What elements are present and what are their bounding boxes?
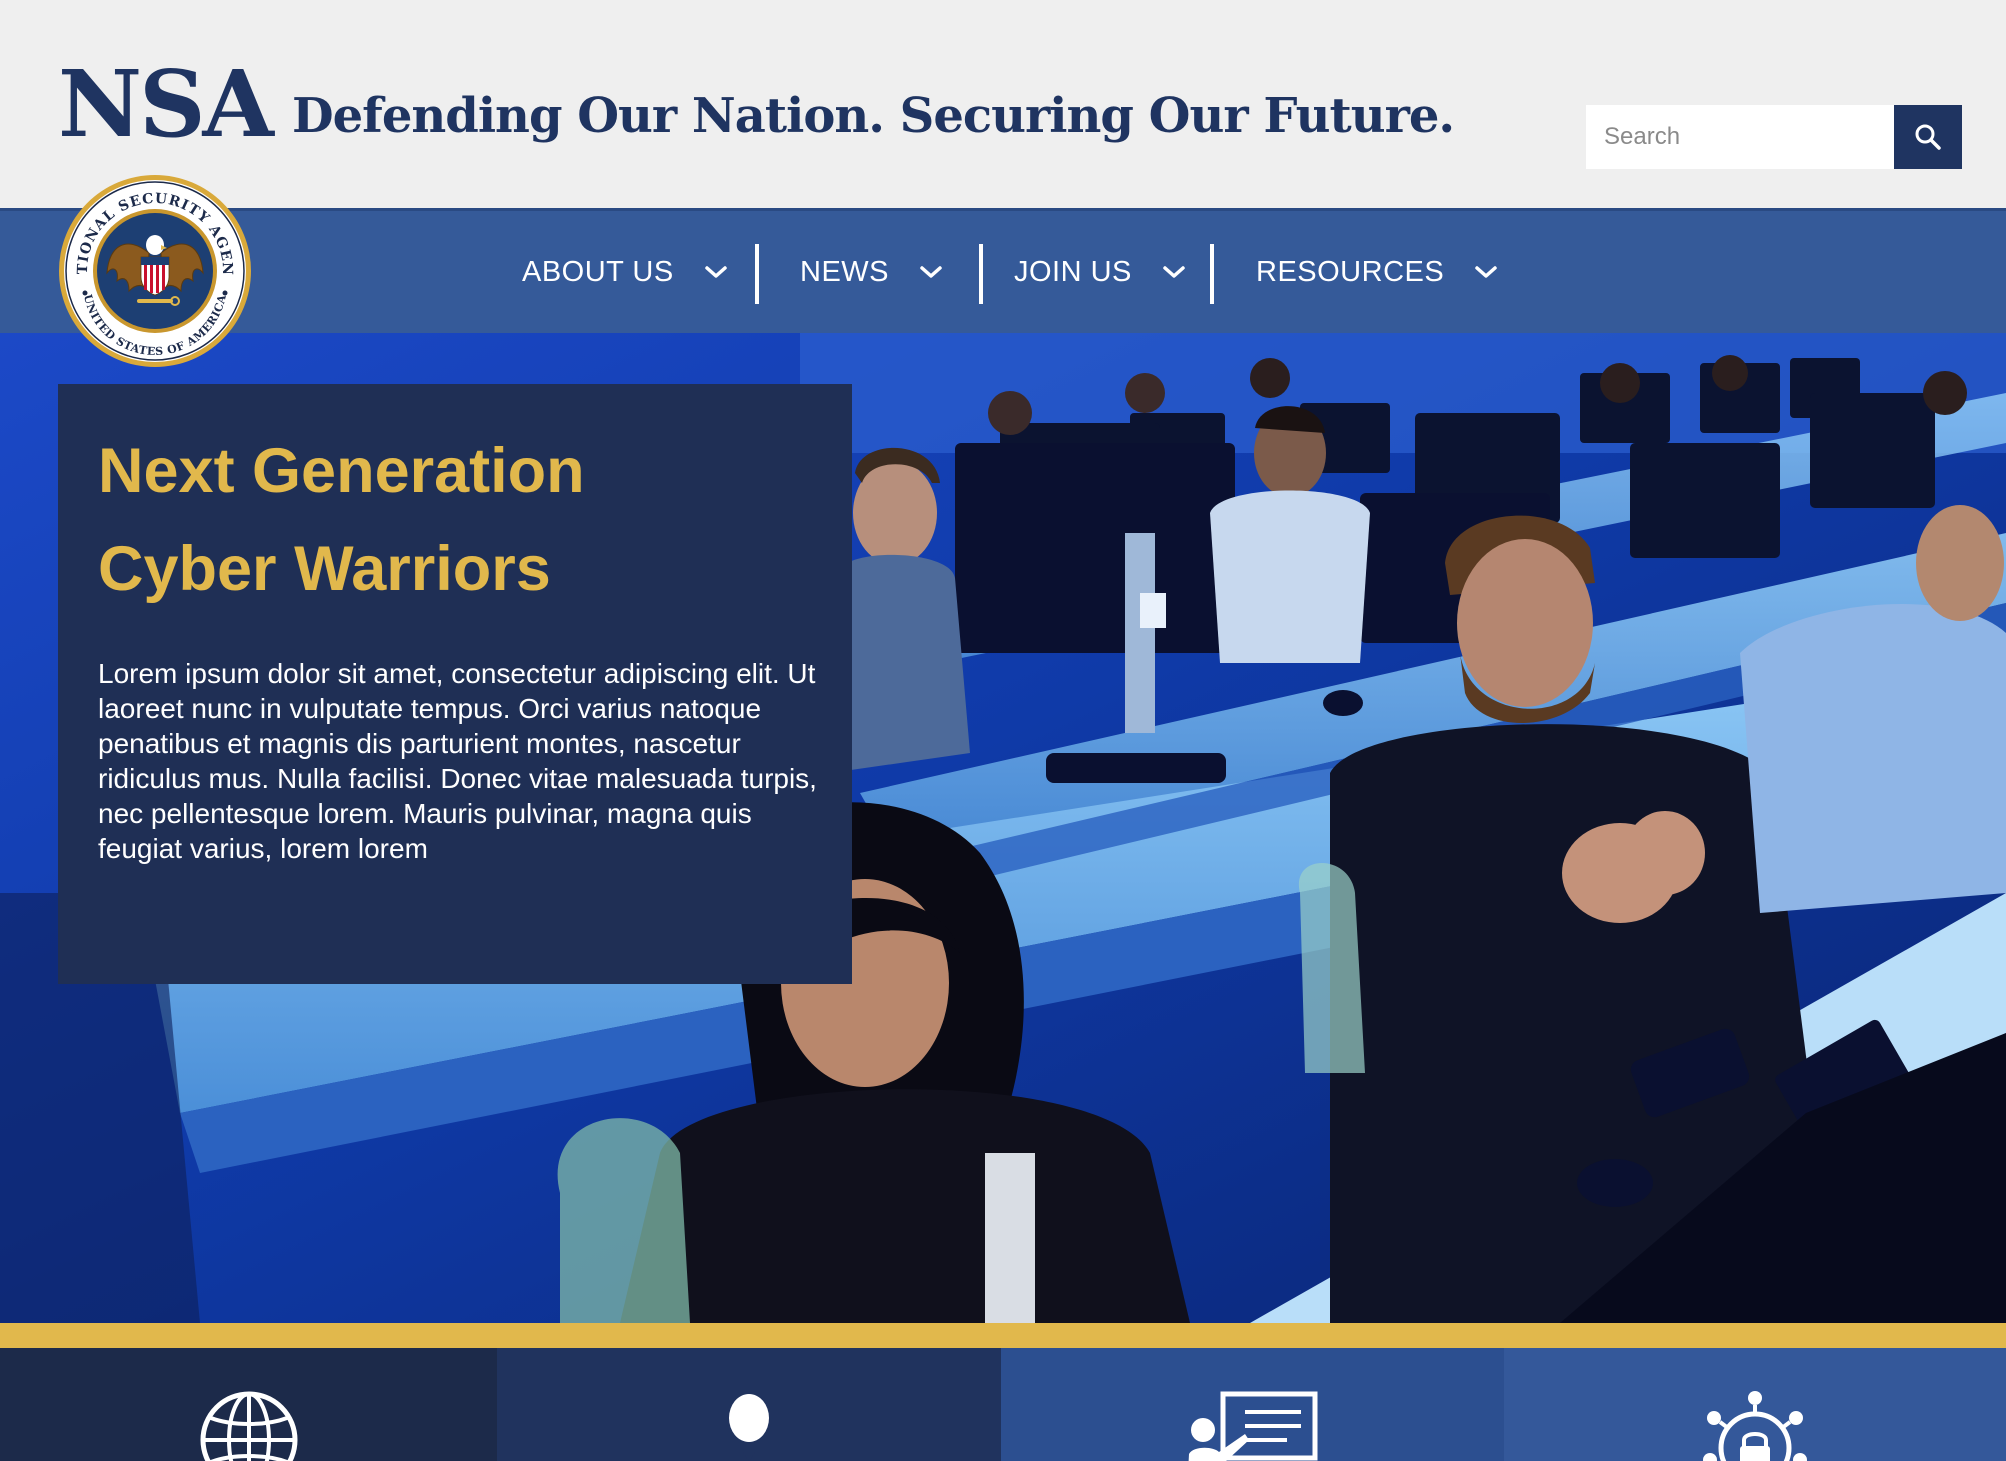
- nav-item-join-us[interactable]: JOIN US: [1014, 211, 1186, 333]
- network-lock-icon: [1703, 1391, 1807, 1461]
- nav-item-resources[interactable]: RESOURCES: [1256, 211, 1498, 333]
- nav-item-label: RESOURCES: [1256, 255, 1445, 288]
- chevron-down-icon: [704, 266, 727, 278]
- nav-divider: [979, 244, 983, 304]
- chevron-down-icon: [920, 266, 942, 278]
- chevron-down-icon: [1475, 266, 1497, 278]
- main-nav: ABOUT US NEWS JOIN US RESOURCES: [0, 208, 2006, 333]
- nav-divider: [755, 244, 759, 304]
- nav-item-label: JOIN US: [1014, 255, 1132, 288]
- nav-item-label: ABOUT US: [522, 255, 674, 288]
- search-button[interactable]: [1894, 105, 1962, 169]
- site-tagline: Defending Our Nation. Securing Our Futur…: [292, 88, 1455, 144]
- globe-icon: [200, 1391, 297, 1461]
- nav-item-label: NEWS: [800, 255, 889, 288]
- presentation-icon: [1188, 1391, 1317, 1461]
- hero-title-line: Cyber Warriors: [98, 534, 551, 604]
- site-logo-text[interactable]: NSA: [58, 48, 274, 160]
- feature-tile-network-security[interactable]: [1504, 1348, 2006, 1461]
- gold-divider: [0, 1323, 2006, 1348]
- hero-title-line: Next Generation: [98, 436, 585, 506]
- nav-item-about-us[interactable]: ABOUT US: [522, 211, 728, 333]
- chevron-down-icon: [1163, 266, 1185, 278]
- person-icon: [729, 1394, 769, 1461]
- feature-tile-person[interactable]: [497, 1348, 1001, 1461]
- feature-tiles: [0, 1348, 2006, 1461]
- search-icon: [1915, 124, 1941, 150]
- nav-divider: [1210, 244, 1214, 304]
- feature-tile-globe[interactable]: [0, 1348, 497, 1461]
- site-header: NSA Defending Our Nation. Securing Our F…: [0, 0, 2006, 208]
- nav-item-news[interactable]: NEWS: [800, 211, 943, 333]
- feature-tile-presentation[interactable]: [1001, 1348, 1504, 1461]
- hero-text-card: Next Generation Cyber Warriors Lorem ips…: [58, 384, 852, 984]
- hero-description: Lorem ipsum dolor sit amet, consectetur …: [98, 658, 817, 864]
- hero-title: Next Generation Cyber Warriors: [98, 422, 818, 618]
- search-bar: [1586, 105, 1962, 169]
- hero-banner: Next Generation Cyber Warriors Lorem ips…: [0, 333, 2006, 1323]
- nsa-seal-logo[interactable]: NATIONAL SECURITY AGENCY UNITED STATES O…: [57, 173, 253, 369]
- search-input[interactable]: [1586, 105, 1894, 169]
